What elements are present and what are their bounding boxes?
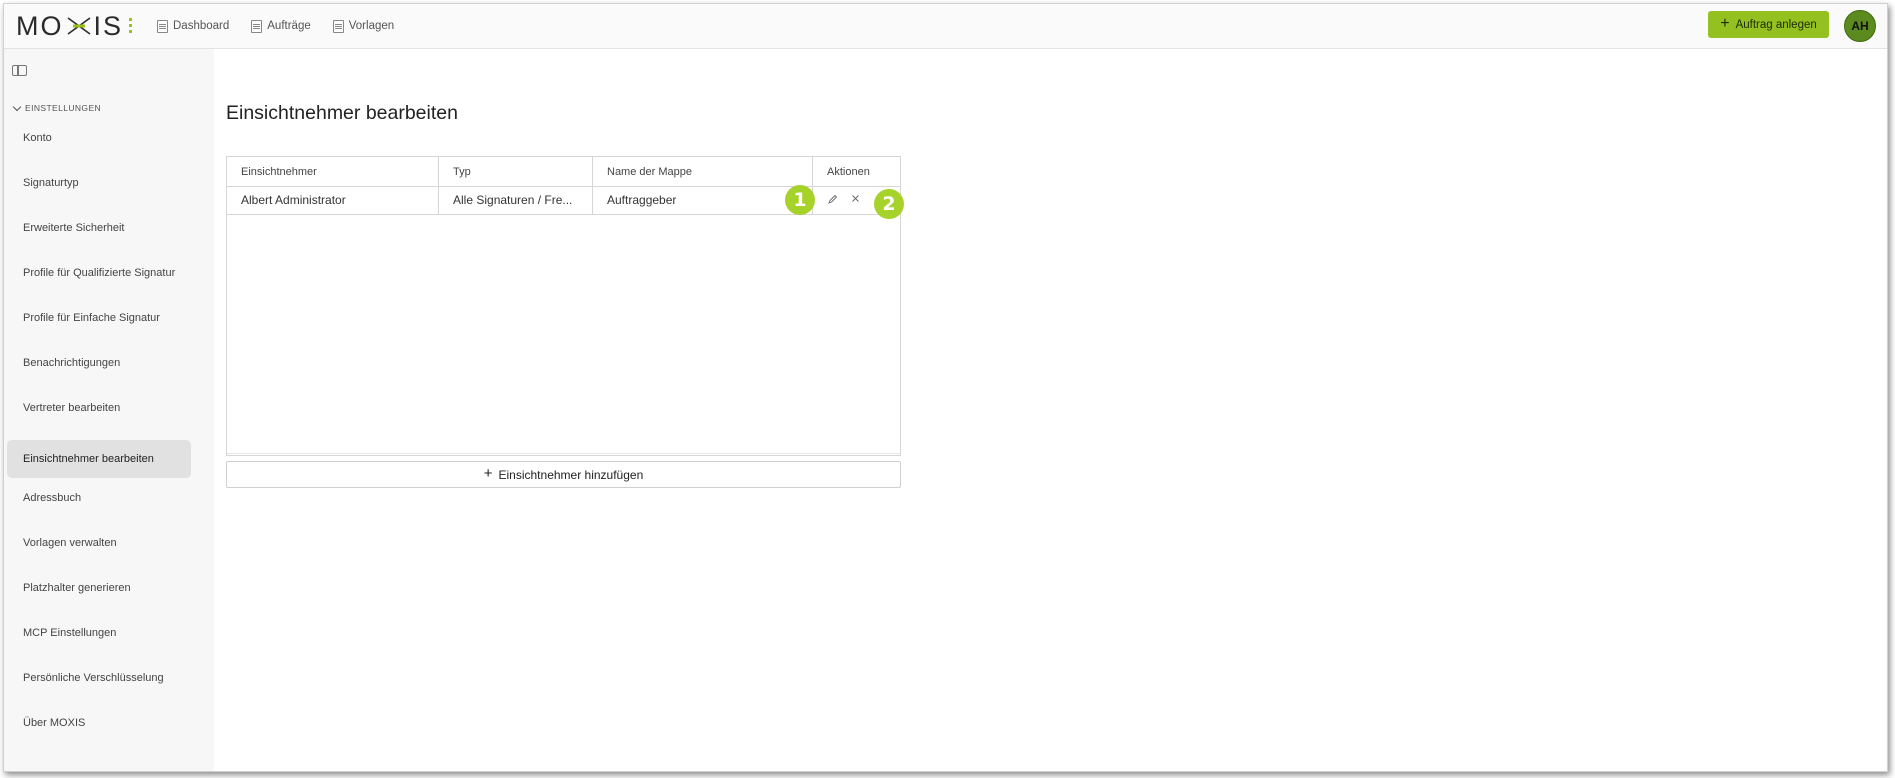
sidebar-item-platzhalter[interactable]: Platzhalter generieren xyxy=(7,569,191,607)
sidebar-item-label: Vorlagen verwalten xyxy=(23,537,117,549)
settings-section-label: EINSTELLUNGEN xyxy=(25,103,102,113)
create-order-label: Auftrag anlegen xyxy=(1735,18,1817,31)
sidebar-item-label: Über MOXIS xyxy=(23,717,86,729)
nav-dashboard[interactable]: Dashboard xyxy=(157,19,230,33)
sidebar-item-vertreter[interactable]: Vertreter bearbeiten xyxy=(7,389,191,427)
annotation-marker-2: 2 xyxy=(874,189,904,219)
sidebar: EINSTELLUNGEN Konto Signaturtyp Erweiter… xyxy=(4,49,214,771)
column-header-mappe[interactable]: Name der Mappe xyxy=(593,157,813,186)
sidebar-item-label: Adressbuch xyxy=(23,492,82,504)
plus-icon: + xyxy=(483,465,493,482)
sidebar-item-konto[interactable]: Konto xyxy=(7,119,191,157)
nav-vorlagen-label: Vorlagen xyxy=(348,20,395,32)
nav-vorlagen[interactable]: Vorlagen xyxy=(332,19,395,33)
sidebar-item-label: Benachrichtigungen xyxy=(23,357,121,369)
sidebar-item-label: Profile für Einfache Signatur xyxy=(23,312,160,324)
column-header-aktionen: Aktionen xyxy=(827,165,870,178)
sidebar-item-label: MCP Einstellungen xyxy=(23,627,117,639)
nav-auftraege-label: Aufträge xyxy=(267,20,311,32)
sidebar-item-vorlagen-verwalten[interactable]: Vorlagen verwalten xyxy=(7,524,191,562)
nav-dashboard-label: Dashboard xyxy=(173,20,230,32)
column-header-typ[interactable]: Typ xyxy=(439,157,593,186)
user-avatar[interactable]: AH xyxy=(1844,10,1876,42)
sidebar-item-label: Vertreter bearbeiten xyxy=(23,402,121,414)
plus-icon: + xyxy=(1720,14,1730,32)
table-bottom-divider xyxy=(227,453,900,454)
edit-pencil-icon[interactable] xyxy=(828,194,838,207)
cell-einsichtnehmer[interactable]: Albert Administrator xyxy=(227,186,439,214)
sidebar-item-einsichtnehmer[interactable]: Einsichtnehmer bearbeiten xyxy=(7,440,191,478)
sidebar-item-label: Konto xyxy=(23,132,52,144)
sidebar-item-signaturtyp[interactable]: Signaturtyp xyxy=(7,164,191,202)
sidebar-item-profile-qualifiziert[interactable]: Profile für Qualifizierte Signatur xyxy=(7,254,191,292)
sidebar-item-ueber-moxis[interactable]: Über MOXIS xyxy=(7,704,191,742)
annotation-marker-1: 1 xyxy=(785,185,815,215)
cell-mappe[interactable]: Auftraggeber xyxy=(593,186,813,214)
moxis-logo[interactable]: MO IS xyxy=(16,10,133,41)
sidebar-item-label: Persönliche Verschlüsselung xyxy=(23,672,164,684)
page-title: Einsichtnehmer bearbeiten xyxy=(226,102,458,124)
chevron-down-icon xyxy=(12,102,22,111)
sidebar-item-label: Platzhalter generieren xyxy=(23,582,131,594)
settings-section-header[interactable]: EINSTELLUNGEN xyxy=(12,102,102,113)
delete-close-icon[interactable] xyxy=(851,194,860,206)
top-bar: MO IS Dashboard Aufträge Vorlagen + Auft… xyxy=(4,4,1887,49)
sidebar-toggle-icon[interactable] xyxy=(12,65,27,76)
sidebar-item-verschluesselung[interactable]: Persönliche Verschlüsselung xyxy=(7,659,191,697)
add-viewer-label: Einsichtnehmer hinzufügen xyxy=(498,467,644,482)
sidebar-item-label: Erweiterte Sicherheit xyxy=(23,222,125,234)
table-header: Einsichtnehmer Typ Name der Mappe Aktion… xyxy=(227,157,900,187)
cell-typ[interactable]: Alle Signaturen / Fre... xyxy=(439,186,593,214)
nav-auftraege[interactable]: Aufträge xyxy=(251,19,311,33)
logo-text-right: IS xyxy=(93,10,124,41)
sidebar-item-profile-einfach[interactable]: Profile für Einfache Signatur xyxy=(7,299,191,337)
document-icon xyxy=(251,19,263,33)
sidebar-item-erweiterte-sicherheit[interactable]: Erweiterte Sicherheit xyxy=(7,209,191,247)
document-icon xyxy=(332,19,344,33)
logo-x-icon xyxy=(66,13,92,39)
sidebar-item-label: Profile für Qualifizierte Signatur xyxy=(23,267,176,279)
sidebar-item-mcp[interactable]: MCP Einstellungen xyxy=(7,614,191,652)
sidebar-item-label: Einsichtnehmer bearbeiten xyxy=(23,453,154,465)
sidebar-item-label: Signaturtyp xyxy=(23,177,79,189)
main-nav: Dashboard Aufträge Vorlagen xyxy=(157,4,394,48)
sidebar-item-benachrichtigungen[interactable]: Benachrichtigungen xyxy=(7,344,191,382)
add-viewer-button[interactable]: + Einsichtnehmer hinzufügen xyxy=(226,461,901,488)
document-icon xyxy=(157,19,168,33)
logo-text-left: MO xyxy=(16,10,64,41)
sidebar-item-adressbuch[interactable]: Adressbuch xyxy=(7,479,191,517)
column-header-einsichtnehmer[interactable]: Einsichtnehmer xyxy=(227,157,439,186)
create-order-button[interactable]: + Auftrag anlegen xyxy=(1708,11,1829,38)
app-window: MO IS Dashboard Aufträge Vorlagen + Auft… xyxy=(3,3,1888,772)
logo-dots xyxy=(129,18,133,34)
